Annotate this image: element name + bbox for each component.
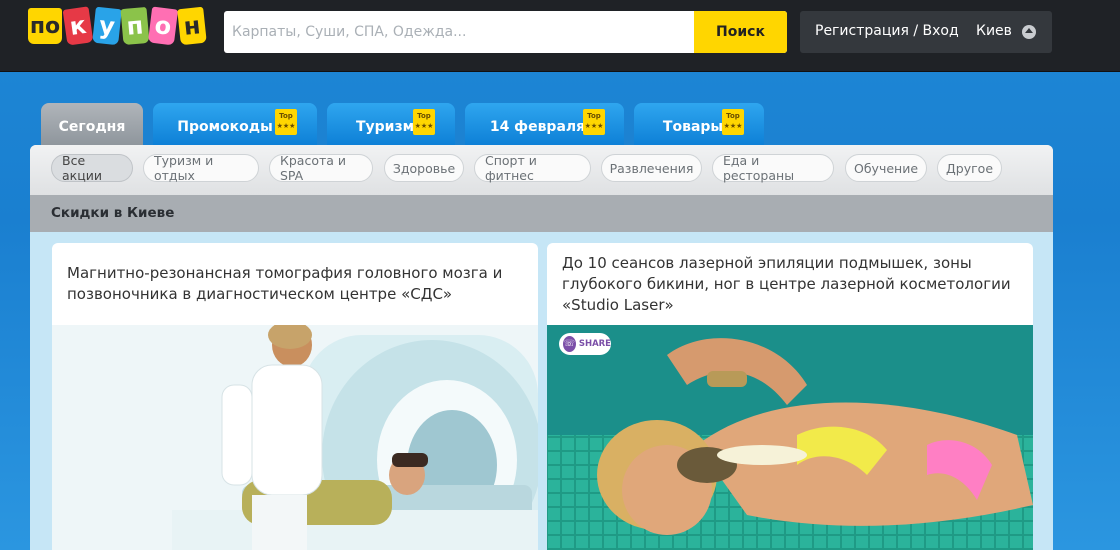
deal-title[interactable]: Магнитно-резонансная томография головног… [67, 263, 522, 305]
filter-food[interactable]: Еда и рестораны [712, 153, 834, 183]
search-box: Поиск [224, 11, 787, 53]
category-filters: Все акции Туризм и отдых Красота и SPA З… [30, 145, 1053, 195]
tab-tourism[interactable]: Туризм Top ★★★ [327, 103, 455, 146]
top-badge-icon: Top ★★★ [413, 109, 435, 135]
header-bar: по к у п о н Поиск Регистрация / Вход Ки… [0, 0, 1120, 72]
tab-label: Промокоды [177, 118, 273, 135]
tab-today[interactable]: Сегодня [41, 103, 143, 146]
filter-all[interactable]: Все акции [51, 153, 133, 183]
tab-label: 14 февраля [489, 118, 586, 135]
account-panel: Регистрация / Вход Киев [800, 11, 1052, 53]
deal-card[interactable]: До 10 сеансов лазерной эпиляции подмышек… [547, 243, 1033, 550]
share-label: SHARE [578, 339, 611, 349]
logo-letter: н [177, 6, 207, 46]
logo-letter: п [120, 6, 150, 46]
top-badge-icon: Top ★★★ [275, 109, 297, 135]
filter-beauty-spa[interactable]: Красота и SPA [269, 153, 373, 183]
deal-image-mri[interactable] [52, 325, 538, 550]
tab-valentines[interactable]: 14 февраля Top ★★★ [465, 103, 624, 146]
deal-title[interactable]: До 10 сеансов лазерной эпиляции подмышек… [562, 253, 1017, 316]
filter-education[interactable]: Обучение [845, 154, 927, 182]
chevron-up-icon[interactable] [1022, 25, 1036, 39]
filter-tourism[interactable]: Туризм и отдых [143, 153, 259, 183]
search-button[interactable]: Поиск [694, 11, 787, 53]
share-button[interactable]: ☏ SHARE [559, 333, 611, 355]
section-title: Скидки в Киеве [30, 195, 1053, 232]
tab-promocodes[interactable]: Промокоды Top ★★★ [153, 103, 317, 146]
search-input[interactable] [224, 11, 694, 53]
city-selector[interactable]: Киев [976, 23, 1012, 39]
logo-letter: у [92, 6, 122, 46]
tab-label: Товары [662, 118, 724, 135]
filter-other[interactable]: Другое [937, 154, 1002, 182]
filter-entertainment[interactable]: Развлечения [601, 154, 702, 182]
deals-panel: Все акции Туризм и отдых Красота и SPA З… [30, 145, 1053, 550]
deals-grid: Магнитно-резонансная томография головног… [30, 232, 1053, 550]
tab-label: Туризм [355, 118, 415, 135]
tab-label: Сегодня [58, 118, 126, 135]
logo-letter: к [62, 6, 94, 46]
deal-card[interactable]: Магнитно-резонансная томография головног… [52, 243, 538, 550]
logo-letter: по [28, 8, 62, 44]
register-login-link[interactable]: Регистрация / Вход [815, 23, 959, 39]
logo-letter: о [147, 6, 179, 46]
pokupon-logo[interactable]: по к у п о н [28, 0, 213, 52]
deal-image-laser[interactable]: ☏ SHARE [547, 325, 1033, 550]
viber-icon: ☏ [563, 336, 576, 352]
top-badge-icon: Top ★★★ [722, 109, 744, 135]
filter-health[interactable]: Здоровье [384, 154, 464, 182]
top-badge-icon: Top ★★★ [583, 109, 605, 135]
tab-goods[interactable]: Товары Top ★★★ [634, 103, 764, 146]
filter-sport[interactable]: Спорт и фитнес [474, 153, 591, 183]
